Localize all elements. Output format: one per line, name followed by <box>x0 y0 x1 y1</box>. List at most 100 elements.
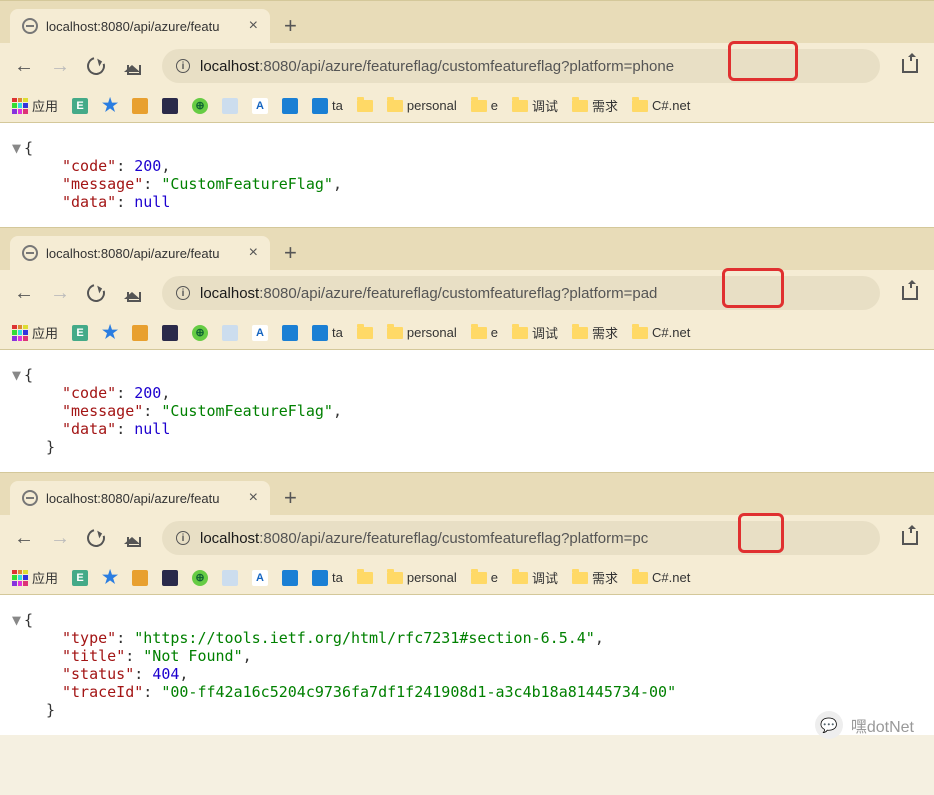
bookmark-item[interactable]: E <box>72 98 88 114</box>
bookmark-folder[interactable]: personal <box>387 98 457 113</box>
bookmark-item[interactable]: ta <box>312 98 343 114</box>
bookmark-item[interactable]: ⊕ <box>192 325 208 341</box>
bookmark-folder[interactable]: C#.net <box>632 570 690 585</box>
bookmark-item[interactable] <box>282 570 298 586</box>
bookmark-folder[interactable]: 需求 <box>572 323 618 342</box>
bookmarks-bar: 应用 E ★ ⊕ Ata personal e 调试需求 C#.net <box>0 561 934 595</box>
bookmark-folder[interactable]: C#.net <box>632 98 690 113</box>
bookmark-folder[interactable] <box>357 572 373 584</box>
back-button[interactable]: ← <box>12 281 36 305</box>
reload-button[interactable] <box>84 54 108 78</box>
bookmark-folder[interactable] <box>357 100 373 112</box>
back-button[interactable]: ← <box>12 54 36 78</box>
close-icon[interactable]: × <box>249 17 258 35</box>
bookmark-item[interactable] <box>132 325 148 341</box>
browser-tab[interactable]: localhost:8080/api/azure/featu × <box>10 481 270 515</box>
highlight-box <box>728 41 798 81</box>
site-info-icon[interactable]: i <box>176 531 190 545</box>
reload-button[interactable] <box>84 281 108 305</box>
tab-strip: localhost:8080/api/azure/featu × + <box>0 473 934 515</box>
tab-strip: localhost:8080/api/azure/featu × + <box>0 1 934 43</box>
url-bar[interactable]: i localhost:8080/api/azure/featureflag/c… <box>162 521 880 555</box>
share-button[interactable] <box>898 54 922 78</box>
apps-button[interactable]: 应用 <box>12 323 58 342</box>
toolbar: ← → i localhost:8080/api/azure/featurefl… <box>0 43 934 89</box>
bookmark-item[interactable]: ★ <box>102 325 118 341</box>
bookmark-item[interactable]: A <box>252 325 268 341</box>
bookmark-item[interactable]: E <box>72 570 88 586</box>
bookmark-folder[interactable]: e <box>471 570 498 585</box>
bookmark-item[interactable]: ★ <box>102 98 118 114</box>
globe-icon <box>22 245 38 261</box>
bookmark-item[interactable]: ta <box>312 325 343 341</box>
response-body: ▼{ code: 200, message: "CustomFeatureFla… <box>0 123 934 227</box>
new-tab-button[interactable]: + <box>284 485 297 515</box>
bookmark-item[interactable] <box>132 98 148 114</box>
expand-caret[interactable]: ▼ <box>12 611 24 629</box>
bookmarks-bar: 应用 E ★ ⊕ Ata personal e 调试需求 C#.net <box>0 316 934 350</box>
bookmark-item[interactable] <box>282 325 298 341</box>
apps-button[interactable]: 应用 <box>12 96 58 115</box>
browser-window-2: localhost:8080/api/azure/featu × + ← → i… <box>0 472 934 735</box>
bookmark-item[interactable] <box>132 570 148 586</box>
bookmark-folder[interactable]: 调试 <box>512 568 558 587</box>
expand-caret[interactable]: ▼ <box>12 366 24 384</box>
bookmark-folder[interactable]: 需求 <box>572 96 618 115</box>
close-icon[interactable]: × <box>249 244 258 262</box>
bookmark-item[interactable]: ⊕ <box>192 98 208 114</box>
reload-button[interactable] <box>84 526 108 550</box>
bookmark-item[interactable] <box>222 98 238 114</box>
new-tab-button[interactable]: + <box>284 240 297 270</box>
browser-tab[interactable]: localhost:8080/api/azure/featu × <box>10 9 270 43</box>
new-tab-button[interactable]: + <box>284 13 297 43</box>
home-button[interactable] <box>120 281 144 305</box>
forward-button[interactable]: → <box>48 281 72 305</box>
bookmark-folder[interactable]: personal <box>387 325 457 340</box>
bookmark-item[interactable]: ★ <box>102 570 118 586</box>
toolbar: ← → i localhost:8080/api/azure/featurefl… <box>0 270 934 316</box>
share-button[interactable] <box>898 281 922 305</box>
back-button[interactable]: ← <box>12 526 36 550</box>
bookmark-item[interactable] <box>222 325 238 341</box>
tab-title: localhost:8080/api/azure/featu <box>46 491 237 506</box>
site-info-icon[interactable]: i <box>176 59 190 73</box>
browser-tab[interactable]: localhost:8080/api/azure/featu × <box>10 236 270 270</box>
url-bar[interactable]: i localhost:8080/api/azure/featureflag/c… <box>162 276 880 310</box>
expand-caret[interactable]: ▼ <box>12 139 24 157</box>
bookmark-folder[interactable]: C#.net <box>632 325 690 340</box>
home-button[interactable] <box>120 526 144 550</box>
bookmark-item[interactable]: ⊕ <box>192 570 208 586</box>
tab-title: localhost:8080/api/azure/featu <box>46 246 237 261</box>
url-bar[interactable]: i localhost:8080/api/azure/featureflag/c… <box>162 49 880 83</box>
bookmark-item[interactable] <box>162 570 178 586</box>
bookmark-folder[interactable]: 调试 <box>512 323 558 342</box>
bookmark-folder[interactable]: e <box>471 325 498 340</box>
tab-title: localhost:8080/api/azure/featu <box>46 19 237 34</box>
bookmark-folder[interactable]: 需求 <box>572 568 618 587</box>
site-info-icon[interactable]: i <box>176 286 190 300</box>
bookmark-item[interactable]: E <box>72 325 88 341</box>
highlight-box <box>738 513 784 553</box>
apps-button[interactable]: 应用 <box>12 568 58 587</box>
browser-window-0: localhost:8080/api/azure/featu × + ← → i… <box>0 0 934 227</box>
close-icon[interactable]: × <box>249 489 258 507</box>
bookmark-item[interactable] <box>162 98 178 114</box>
forward-button[interactable]: → <box>48 526 72 550</box>
toolbar: ← → i localhost:8080/api/azure/featurefl… <box>0 515 934 561</box>
bookmark-folder[interactable] <box>357 327 373 339</box>
bookmark-item[interactable]: ta <box>312 570 343 586</box>
response-body: ▼{ type: "https://tools.ietf.org/html/rf… <box>0 595 934 735</box>
highlight-box <box>722 268 784 308</box>
share-button[interactable] <box>898 526 922 550</box>
bookmark-item[interactable] <box>282 98 298 114</box>
home-button[interactable] <box>120 54 144 78</box>
bookmark-item[interactable] <box>162 325 178 341</box>
bookmark-folder[interactable]: personal <box>387 570 457 585</box>
bookmark-item[interactable]: A <box>252 570 268 586</box>
bookmark-folder[interactable]: 调试 <box>512 96 558 115</box>
watermark: 💬嘿dotNet <box>815 711 914 739</box>
forward-button[interactable]: → <box>48 54 72 78</box>
bookmark-item[interactable] <box>222 570 238 586</box>
bookmark-folder[interactable]: e <box>471 98 498 113</box>
bookmark-item[interactable]: A <box>252 98 268 114</box>
